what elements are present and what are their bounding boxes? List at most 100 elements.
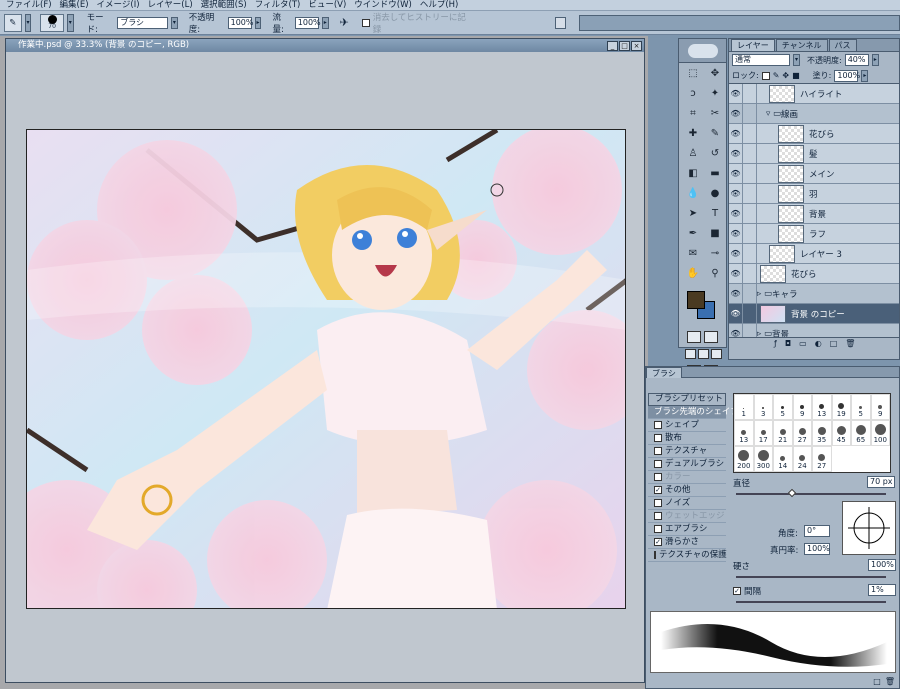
eye-icon[interactable]: 👁 [729, 244, 743, 263]
mode-dropdown[interactable]: ▾ [170, 16, 178, 29]
brush-option-checkbox[interactable] [654, 551, 656, 559]
brush-tip[interactable]: 5 [851, 394, 871, 420]
eraser-icon[interactable]: ◧ [683, 165, 703, 183]
folder-icon[interactable]: ▿ ▭ [766, 109, 781, 119]
lock-transparency-checkbox[interactable] [761, 71, 770, 80]
layer-link-cell[interactable] [743, 184, 757, 203]
layer-link-cell[interactable] [743, 164, 757, 183]
brush-tip[interactable]: 13 [812, 394, 832, 420]
spacing-checkbox[interactable]: ✓ [733, 587, 741, 595]
eye-icon[interactable]: 👁 [729, 304, 743, 323]
menu-edit[interactable]: 編集(E) [56, 0, 93, 11]
tab-channels[interactable]: チャンネル [775, 39, 828, 51]
dodge-icon[interactable]: ● [705, 185, 725, 203]
crop-icon[interactable]: ⌗ [683, 105, 703, 123]
layer-link-cell[interactable] [743, 104, 757, 123]
layer-row[interactable]: 👁 メイン [729, 164, 899, 184]
brush-tip[interactable]: 200 [734, 446, 754, 472]
folder-icon[interactable]: ▹ ▭ [757, 329, 772, 338]
brush-option-item[interactable]: ノイズ [648, 497, 726, 510]
layer-link-cell[interactable] [743, 124, 757, 143]
quickmask-mode-icon[interactable] [704, 331, 718, 343]
layer-link-cell[interactable] [743, 244, 757, 263]
layer-row[interactable]: 👁 ▹ ▭ キャラ [729, 284, 899, 304]
brush-picker[interactable]: 70 [40, 13, 64, 32]
diameter-field[interactable]: 70 px [867, 476, 895, 488]
spacing-field[interactable]: 1% [868, 584, 896, 596]
new-layer-icon[interactable]: □ [830, 339, 838, 348]
menu-select[interactable]: 選択範囲(S) [197, 0, 251, 11]
heal-icon[interactable]: ✚ [683, 125, 703, 143]
lock-pixels-icon[interactable]: ✎ [773, 71, 780, 80]
eye-icon[interactable]: 👁 [729, 164, 743, 183]
brush-option-checkbox[interactable] [654, 525, 662, 533]
menu-window[interactable]: ウインドウ(W) [350, 0, 416, 11]
brush-option-checkbox[interactable]: ✓ [654, 486, 662, 494]
layer-mask-icon[interactable]: ◘ [785, 339, 791, 348]
brush-tip[interactable]: 100 [870, 420, 890, 446]
eye-icon[interactable]: 👁 [729, 184, 743, 203]
brush-tip[interactable]: 45 [831, 420, 851, 446]
brush-tip[interactable]: 3 [753, 394, 773, 420]
tool-preset-dropdown[interactable]: ▾ [24, 13, 32, 32]
lock-position-icon[interactable]: ✥ [782, 71, 789, 80]
brush-tip-grid[interactable]: 1 3 5 9 13 19 5 9 13 17 21 27 35 45 65 100 200 300 14 24 27 [733, 393, 891, 473]
lock-all-icon[interactable]: ■ [792, 71, 800, 80]
menu-filter[interactable]: フィルタ(T) [251, 0, 305, 11]
brush-tip[interactable]: 21 [773, 420, 793, 446]
eye-icon[interactable]: 👁 [729, 104, 743, 123]
brush-option-item[interactable]: ブラシ先端のシェイプ [648, 406, 739, 419]
blend-mode-dropdown[interactable]: ▾ [793, 54, 800, 66]
brush-picker-dropdown[interactable]: ▾ [66, 13, 74, 32]
diameter-slider-handle[interactable] [787, 488, 797, 498]
brush-option-checkbox[interactable] [654, 447, 662, 455]
standard-mode-icon[interactable] [687, 331, 701, 343]
screen-mode-full-menu-icon[interactable] [698, 349, 709, 359]
layer-link-cell[interactable] [743, 304, 757, 323]
folder-icon[interactable]: ▹ ▭ [757, 289, 772, 299]
brush-option-item[interactable]: ✓ その他 [648, 484, 726, 497]
mode-select[interactable]: ブラシ [117, 16, 168, 29]
layer-row[interactable]: 👁 ▿ ▭ 線画 [729, 104, 899, 124]
menu-help[interactable]: ヘルプ(H) [416, 0, 463, 11]
layer-link-cell[interactable] [743, 264, 757, 283]
layer-row[interactable]: 👁 背景 のコピー [729, 304, 899, 324]
history-checkbox[interactable] [361, 18, 370, 27]
menu-layer[interactable]: レイヤー(L) [144, 0, 197, 11]
trash-icon[interactable]: 🗑 [845, 339, 855, 348]
eye-icon[interactable]: 👁 [729, 144, 743, 163]
layer-row[interactable]: 👁 ▹ ▭ 背景 [729, 324, 899, 337]
eraser-tool-preset-button[interactable]: ✎ [4, 13, 22, 32]
menu-file[interactable]: ファイル(F) [2, 0, 56, 11]
brush-option-checkbox[interactable] [654, 499, 662, 507]
layer-opacity-slider[interactable]: ▸ [871, 54, 879, 66]
eye-icon[interactable]: 👁 [729, 284, 743, 303]
layer-link-cell[interactable] [743, 284, 757, 303]
hardness-field[interactable]: 100% [868, 559, 896, 571]
new-brush-icon[interactable]: □ [873, 677, 881, 686]
gradient-icon[interactable]: ▬ [705, 165, 725, 183]
brush-option-checkbox[interactable] [654, 460, 662, 468]
layer-link-cell[interactable] [743, 84, 757, 103]
slice-icon[interactable]: ✂ [705, 105, 725, 123]
brush-tip[interactable]: 35 [812, 420, 832, 446]
airbrush-icon[interactable]: ✈ [340, 16, 349, 29]
roundness-field[interactable]: 100% [804, 543, 830, 555]
eye-icon[interactable]: 👁 [729, 264, 743, 283]
brush-tip[interactable]: 13 [734, 420, 754, 446]
move-icon[interactable]: ✥ [705, 65, 725, 83]
document-titlebar[interactable]: 作業中.psd @ 33.3% (背景 のコピー, RGB) _ □ × [6, 39, 644, 52]
flow-field[interactable]: 100% [294, 16, 321, 29]
layer-row[interactable]: 👁 背景 [729, 204, 899, 224]
angle-field[interactable]: 0° [804, 525, 830, 537]
brush-tip[interactable]: 14 [773, 446, 793, 472]
hand-icon[interactable]: ✋ [683, 265, 703, 283]
color-swatches[interactable] [687, 291, 717, 321]
pen-icon[interactable]: ✒ [683, 225, 703, 243]
brush-option-item[interactable]: テクスチャの保護 [648, 549, 727, 562]
layer-row[interactable]: 👁 花びら [729, 264, 899, 284]
brush-tip[interactable]: 1 [734, 394, 754, 420]
brush-icon[interactable]: ✎ [705, 125, 725, 143]
maximize-button[interactable]: □ [619, 40, 630, 51]
marquee-icon[interactable]: ⬚ [683, 65, 703, 83]
